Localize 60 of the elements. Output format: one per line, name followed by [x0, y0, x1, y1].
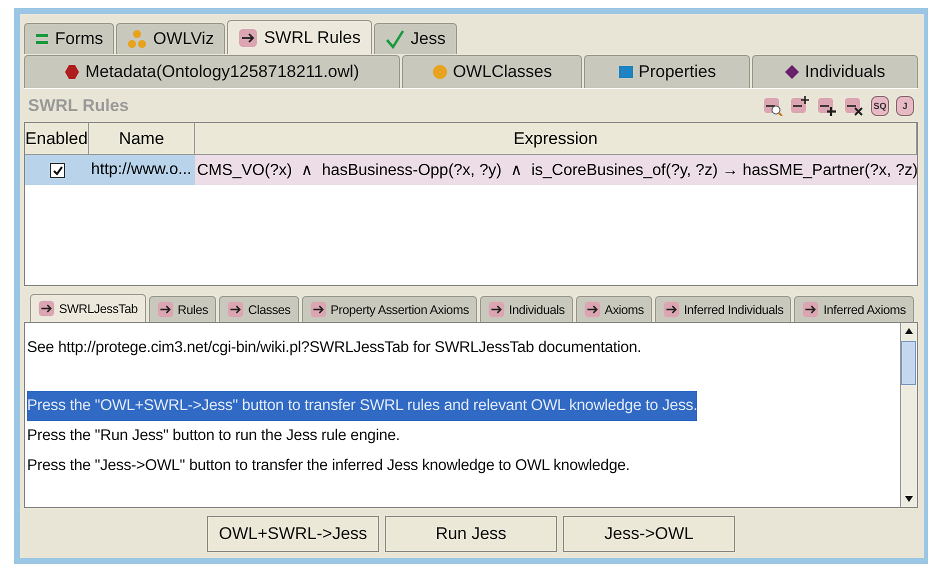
diamond-icon — [784, 65, 799, 79]
tab[interactable]: Inferred Individuals — [654, 296, 792, 322]
tab[interactable]: SWRL Rules — [226, 20, 372, 54]
action-button[interactable]: Run Jess — [385, 516, 557, 552]
scroll-thumb[interactable] — [901, 341, 916, 386]
arrow-star-icon[interactable] — [790, 96, 810, 116]
console-line: Press the "Run Jess" button to run the Jess rule engine. — [27, 426, 400, 446]
toolbar-button[interactable]: SQ — [871, 96, 889, 116]
tab-label: Metadata(Ontology1258718211.owl) — [85, 62, 360, 82]
table-cell: http://www.o... — [89, 155, 195, 186]
tab-label: Forms — [55, 29, 104, 49]
tab[interactable]: Metadata(Ontology1258718211.owl) — [24, 55, 400, 88]
panel-title: SWRL Rules — [28, 96, 129, 116]
find-rule-icon[interactable] — [763, 96, 783, 116]
column-header[interactable]: Expression — [195, 123, 917, 156]
hexagon-icon — [65, 65, 80, 79]
tab-label: Inferred Individuals — [684, 302, 784, 317]
tab[interactable]: Properties — [584, 55, 750, 88]
column-header[interactable]: Name — [89, 123, 195, 156]
tab[interactable]: Inferred Axioms — [794, 296, 914, 322]
tab[interactable]: Property Assertion Axioms — [302, 296, 477, 322]
tab-label: Axioms — [604, 302, 644, 317]
tab-label: Inferred Axioms — [823, 302, 906, 317]
tab[interactable]: OWLViz — [116, 23, 225, 54]
tab-label: Individuals — [804, 62, 886, 82]
delete-rule-icon[interactable] — [844, 96, 864, 116]
tab-label: SWRLJessTab — [59, 302, 138, 316]
square-icon — [618, 66, 633, 78]
tab-label: Property Assertion Axioms — [330, 302, 469, 317]
tab[interactable]: Rules — [148, 296, 216, 322]
action-button[interactable]: Jess->OWL — [563, 516, 735, 552]
tab-label: Individuals — [508, 302, 565, 317]
action-button[interactable]: OWL+SWRL->Jess — [207, 516, 379, 552]
equals-icon — [35, 33, 49, 45]
tab-label: Rules — [178, 302, 208, 317]
tab[interactable]: Jess — [374, 23, 457, 54]
circle-icon — [432, 65, 447, 79]
tab-label: Properties — [638, 62, 716, 82]
tab-label: OWLClasses — [452, 62, 552, 82]
add-rule-icon[interactable] — [817, 96, 837, 116]
table-cell: CMS_VO(?x) ∧ hasBusiness-Opp(?x, ?y) ∧ is_CoreBusines_of(?y, ?z) → hasSME_Partner(?x, ?z) — [195, 155, 917, 186]
tab[interactable]: SWRLJessTab — [30, 294, 146, 322]
tab-label: Jess — [410, 29, 446, 49]
console-line: Press the "Jess->OWL" button to transfer the inferred Jess knowledge to OWL knowledge. — [27, 456, 630, 476]
tab[interactable]: Axioms — [576, 296, 652, 322]
column-header[interactable]: Enabled — [25, 123, 89, 156]
tab[interactable]: Classes — [219, 296, 298, 322]
tab[interactable]: Forms — [24, 23, 114, 54]
checkbox[interactable] — [50, 162, 64, 178]
tab[interactable]: Individuals — [752, 55, 918, 88]
check-icon — [384, 29, 405, 49]
tab-label: SWRL Rules — [264, 28, 361, 48]
tab[interactable]: OWLClasses — [402, 55, 582, 88]
scrollbar[interactable] — [900, 323, 917, 508]
tab-label: OWLViz — [153, 29, 214, 49]
toolbar-button[interactable]: J — [896, 96, 914, 116]
console-line: See http://protege.cim3.net/cgi-bin/wiki.pl?SWRLJessTab for SWRLJessTab documentation. — [27, 338, 642, 358]
tab[interactable]: Individuals — [480, 296, 573, 322]
node-tree-icon — [127, 29, 148, 49]
tab-label: Classes — [248, 302, 290, 317]
